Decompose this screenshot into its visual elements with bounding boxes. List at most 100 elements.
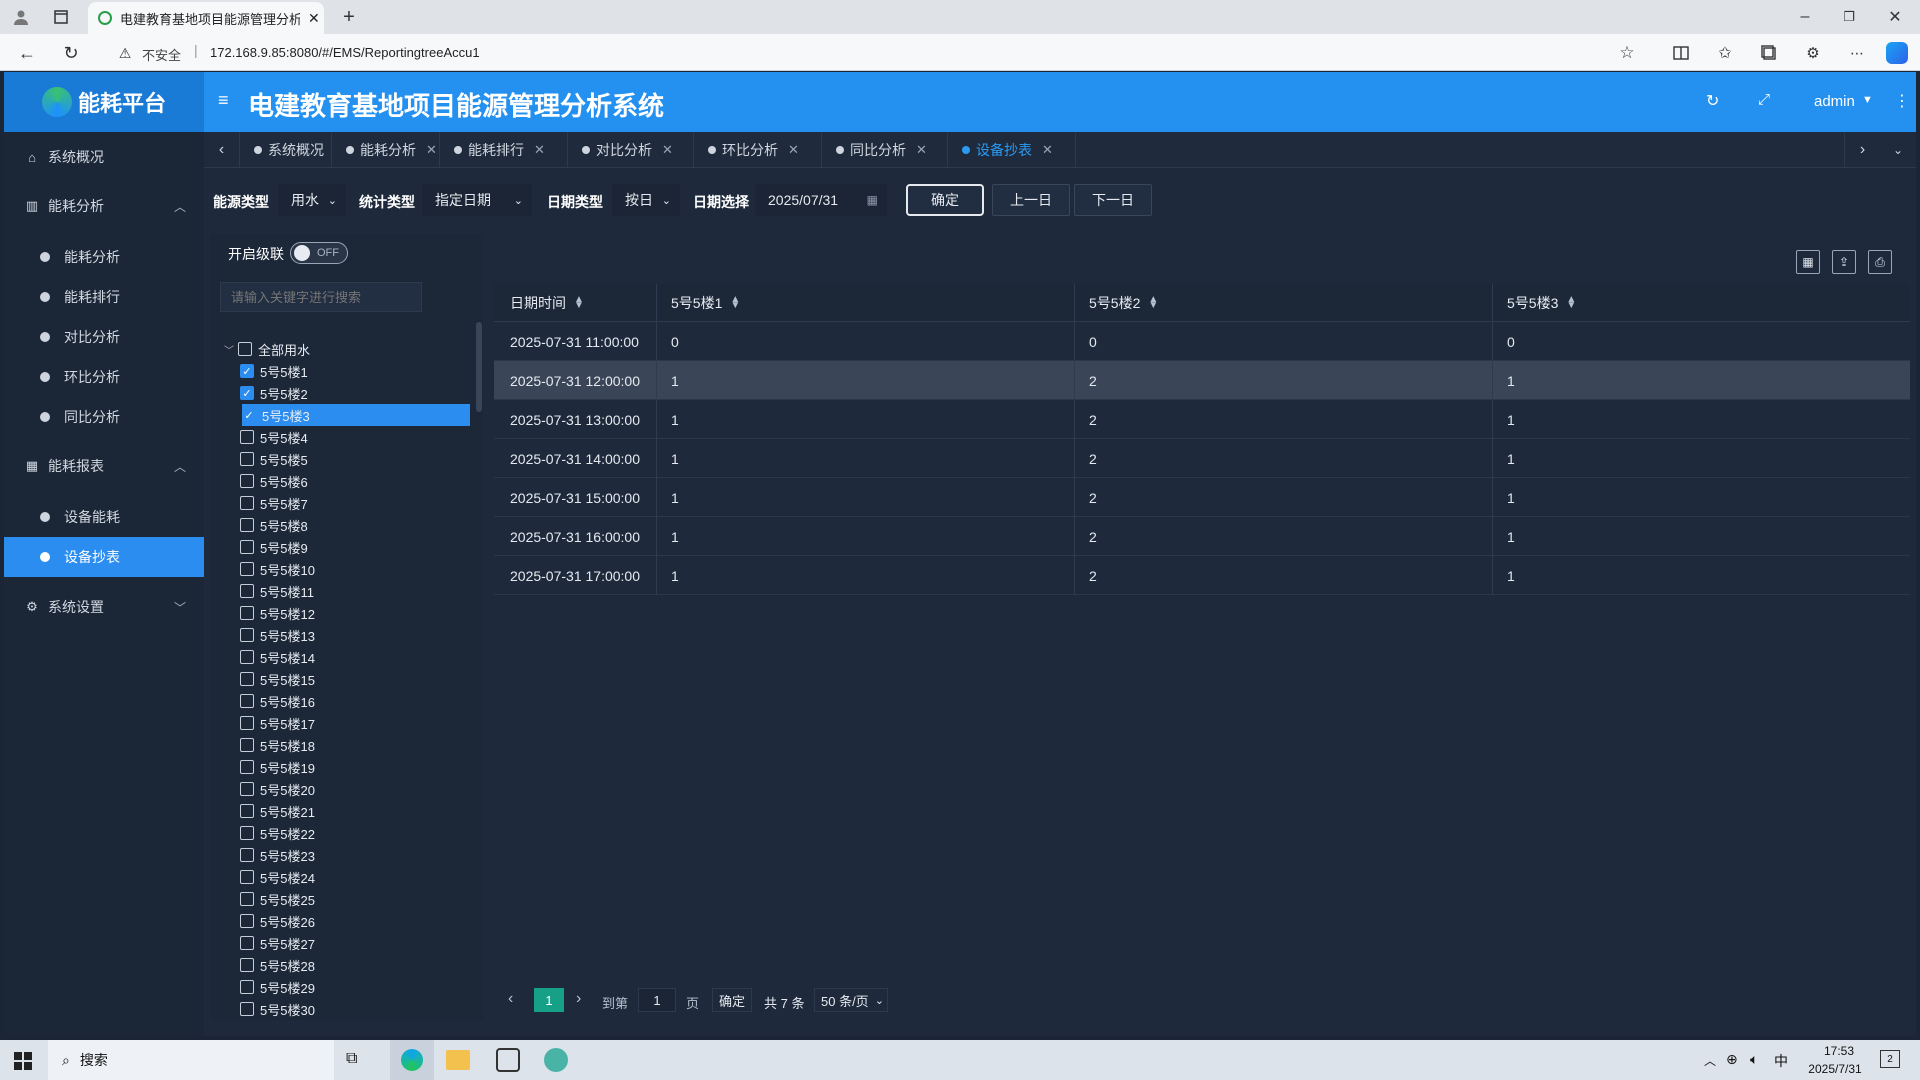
header-meter-3[interactable]: 5号5楼3 ▲ ▼ [1507,284,1576,322]
menu-item-device-energy[interactable]: 设备能耗 [4,497,204,537]
tab-yoy[interactable]: 同比分析 ✕ [822,132,948,168]
tree-node-checkbox[interactable] [240,936,254,950]
taskbar-search[interactable]: ⌕ 搜索 [48,1040,334,1080]
tab-close-icon[interactable]: ✕ [662,142,673,158]
browser-tab[interactable]: 电建教育基地项目能源管理分析系 ✕ [88,2,324,34]
tree-node-checkbox[interactable] [240,716,254,730]
tree-node[interactable]: 5号5楼24 [240,866,315,888]
clock-time[interactable]: 17:53 [1814,1044,1864,1058]
tree-node-checkbox[interactable] [240,782,254,796]
energy-type-select[interactable]: 用水 ⌄ [278,184,346,216]
goto-confirm-button[interactable]: 确定 [712,988,752,1012]
tree-node-checkbox[interactable] [240,1002,254,1016]
notification-icon[interactable]: 2 [1880,1050,1900,1068]
tree-scrollbar[interactable] [476,322,482,412]
tree-node-checkbox[interactable] [240,826,254,840]
split-screen-icon[interactable] [1670,42,1692,64]
tree-node-checkbox[interactable] [240,892,254,906]
tree-node-checkbox[interactable] [240,760,254,774]
table-row[interactable] [494,478,1910,517]
stat-type-select[interactable]: 指定日期 ⌄ [422,184,532,216]
tabs-scroll-right-icon[interactable]: › [1844,132,1880,168]
copilot-icon[interactable] [1886,42,1908,64]
windows-start-icon[interactable] [14,1052,32,1070]
tab-close-icon[interactable]: ✕ [916,142,927,158]
menu-group-analysis[interactable]: ▥ 能耗分析 ︿ [4,186,204,226]
back-icon[interactable]: ← [16,42,38,64]
sort-icon[interactable]: ▲ ▼ [730,295,740,311]
tree-node-checkbox[interactable] [240,694,254,708]
tree-root-checkbox[interactable] [238,342,252,356]
header-meter-1[interactable]: 5号5楼1 ▲ ▼ [671,284,740,322]
tree-node[interactable]: 5号5楼27 [240,932,315,954]
tree-node-checkbox[interactable] [240,738,254,752]
menu-toggle-icon[interactable]: ≡ [218,90,229,111]
tree-node[interactable]: 5号5楼8 [240,514,308,536]
tree-node-checkbox[interactable] [240,496,254,510]
task-view-icon[interactable]: ⧉ [346,1050,366,1070]
tree-node[interactable]: 5号5楼29 [240,976,315,998]
tree-node[interactable]: 5号5楼9 [240,536,308,558]
tree-node[interactable]: 5号5楼17 [240,712,315,734]
tree-node-checkbox[interactable] [240,474,254,488]
reload-icon[interactable]: ↻ [60,42,82,64]
menu-overview[interactable]: ⌂ 系统概况 [4,137,204,177]
tree-node[interactable]: 5号5楼26 [240,910,315,932]
confirm-button[interactable]: 确定 [906,184,984,216]
table-row[interactable] [494,361,1910,400]
tree-node[interactable]: 5号5楼14 [240,646,315,668]
new-tab-icon[interactable]: + [338,6,360,28]
tree-node-checkbox[interactable] [240,870,254,884]
tree-node[interactable]: 5号5楼12 [240,602,315,624]
tab-actions-icon[interactable] [50,6,72,28]
menu-item-meter-reading[interactable]: 设备抄表 [4,537,204,577]
table-row[interactable] [494,400,1910,439]
menu-item-energy-analysis[interactable]: 能耗分析 [4,237,204,277]
cascade-toggle[interactable]: OFF [290,242,348,264]
close-tab-icon[interactable]: ✕ [308,10,320,27]
tree-root[interactable]: ﹀ 全部用水 [224,338,310,360]
tree-node[interactable]: 5号5楼21 [240,800,315,822]
tree-search-input[interactable] [220,282,422,312]
table-row[interactable] [494,517,1910,556]
prev-page-icon[interactable]: ‹ [508,990,513,1008]
goto-page-input[interactable]: 1 [638,988,676,1012]
clock-date[interactable]: 2025/7/31 [1800,1062,1870,1076]
tree-node-checkbox[interactable] [240,914,254,928]
tree-node-checkbox[interactable] [240,518,254,532]
tab-overview[interactable]: 系统概况 [240,132,332,168]
app-pinned-icon-2[interactable] [544,1048,568,1072]
sort-icon[interactable]: ▲ ▼ [1148,295,1158,311]
tree-node-checkbox[interactable] [240,540,254,554]
tab-close-icon[interactable]: ✕ [1042,142,1053,158]
app-pinned-icon[interactable] [496,1048,520,1072]
columns-icon[interactable]: ▦ [1796,250,1820,274]
tree-node[interactable]: 5号5楼4 [240,426,308,448]
tab-close-icon[interactable]: ✕ [426,142,437,158]
menu-settings[interactable]: ⚙ 系统设置 ﹀ [4,587,204,627]
tab-energy-analysis[interactable]: 能耗分析 ✕ [332,132,440,168]
tree-node-checkbox[interactable] [240,958,254,972]
tab-close-icon[interactable]: ✕ [534,142,545,158]
export-icon[interactable]: ⇪ [1832,250,1856,274]
restore-icon[interactable]: ❐ [1838,6,1860,28]
user-caret-icon[interactable]: ▼ [1862,94,1873,106]
tree-node-checkbox[interactable] [240,804,254,818]
tabs-dropdown-icon[interactable]: ⌄ [1880,132,1916,168]
header-datetime[interactable]: 日期时间 ▲ ▼ [510,284,584,322]
tree-node-checkbox[interactable] [240,430,254,444]
tab-close-icon[interactable]: ✕ [788,142,799,158]
tree-node-checkbox[interactable] [240,980,254,994]
menu-group-reports[interactable]: ▦ 能耗报表 ︿ [4,446,204,486]
tree-node[interactable]: ✓ 5号5楼2 [240,382,308,404]
tree-node[interactable]: 5号5楼20 [240,778,315,800]
tree-node-checkbox[interactable] [240,650,254,664]
tree-node[interactable]: 5号5楼16 [240,690,315,712]
page-size-select[interactable]: 50 条/页 ⌄ [814,988,888,1012]
tree-node[interactable]: 5号5楼30 [240,998,315,1020]
tree-node-checkbox[interactable] [240,672,254,686]
date-type-select[interactable]: 按日 ⌄ [612,184,680,216]
tree-node-checkbox[interactable]: ✓ [240,364,254,378]
tray-overflow-icon[interactable]: ︿ [1704,1052,1716,1069]
header-meter-2[interactable]: 5号5楼2 ▲ ▼ [1089,284,1158,322]
